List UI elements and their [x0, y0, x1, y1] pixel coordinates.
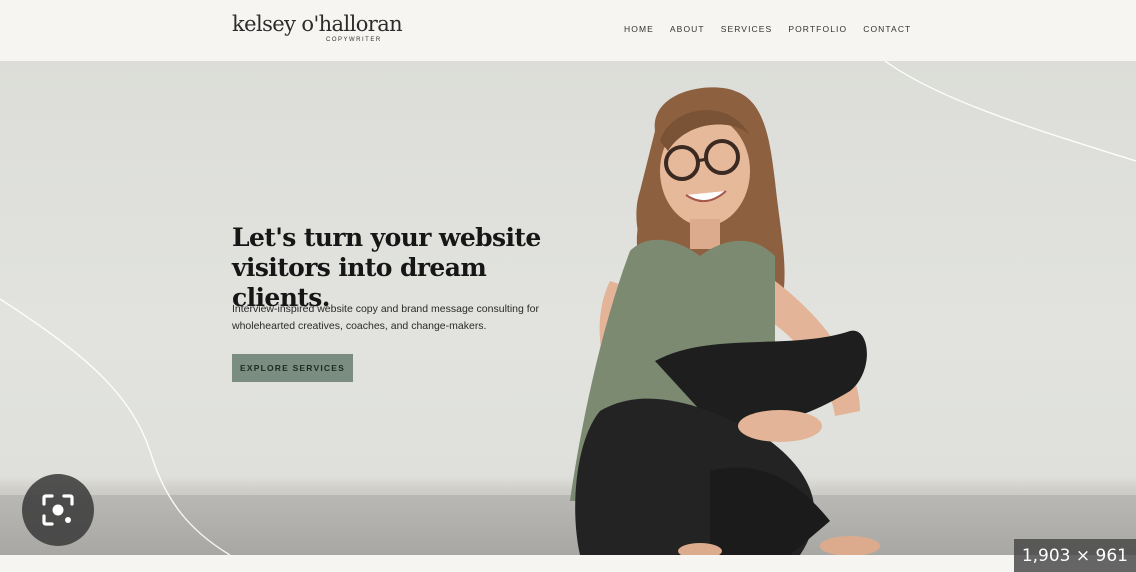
visual-search-button[interactable] — [22, 474, 94, 546]
hero-section: Let's turn your website visitors into dr… — [0, 61, 1136, 555]
nav-portfolio[interactable]: PORTFOLIO — [788, 24, 847, 34]
hero-portrait-image — [570, 87, 880, 555]
nav-about[interactable]: ABOUT — [670, 24, 705, 34]
subtext-line-1: Interview-inspired website copy and bran… — [232, 303, 539, 315]
image-dimensions-badge: 1,903 × 961 — [1013, 539, 1136, 572]
headline-line-1: Let's turn your website — [232, 223, 541, 252]
nav-contact[interactable]: CONTACT — [863, 24, 911, 34]
site-header: kelsey o'halloran COPYWRITER HOME ABOUT … — [0, 0, 1136, 61]
main-nav: HOME ABOUT SERVICES PORTFOLIO CONTACT — [624, 24, 927, 34]
site-logo[interactable]: kelsey o'halloran COPYWRITER — [232, 12, 403, 48]
subtext-line-2: wholehearted creatives, coaches, and cha… — [232, 319, 487, 332]
hero-headline: Let's turn your website visitors into dr… — [232, 223, 572, 313]
nav-services[interactable]: SERVICES — [721, 24, 773, 34]
page-bottom-strip — [0, 555, 1136, 572]
brand-tagline: COPYWRITER — [326, 37, 382, 43]
nav-home[interactable]: HOME — [624, 24, 654, 34]
explore-services-button[interactable]: EXPLORE SERVICES — [232, 354, 353, 382]
hero-subtext: Interview-inspired website copy and bran… — [232, 301, 552, 334]
visual-search-icon — [42, 494, 74, 526]
brand-name: kelsey o'halloran — [232, 12, 403, 36]
